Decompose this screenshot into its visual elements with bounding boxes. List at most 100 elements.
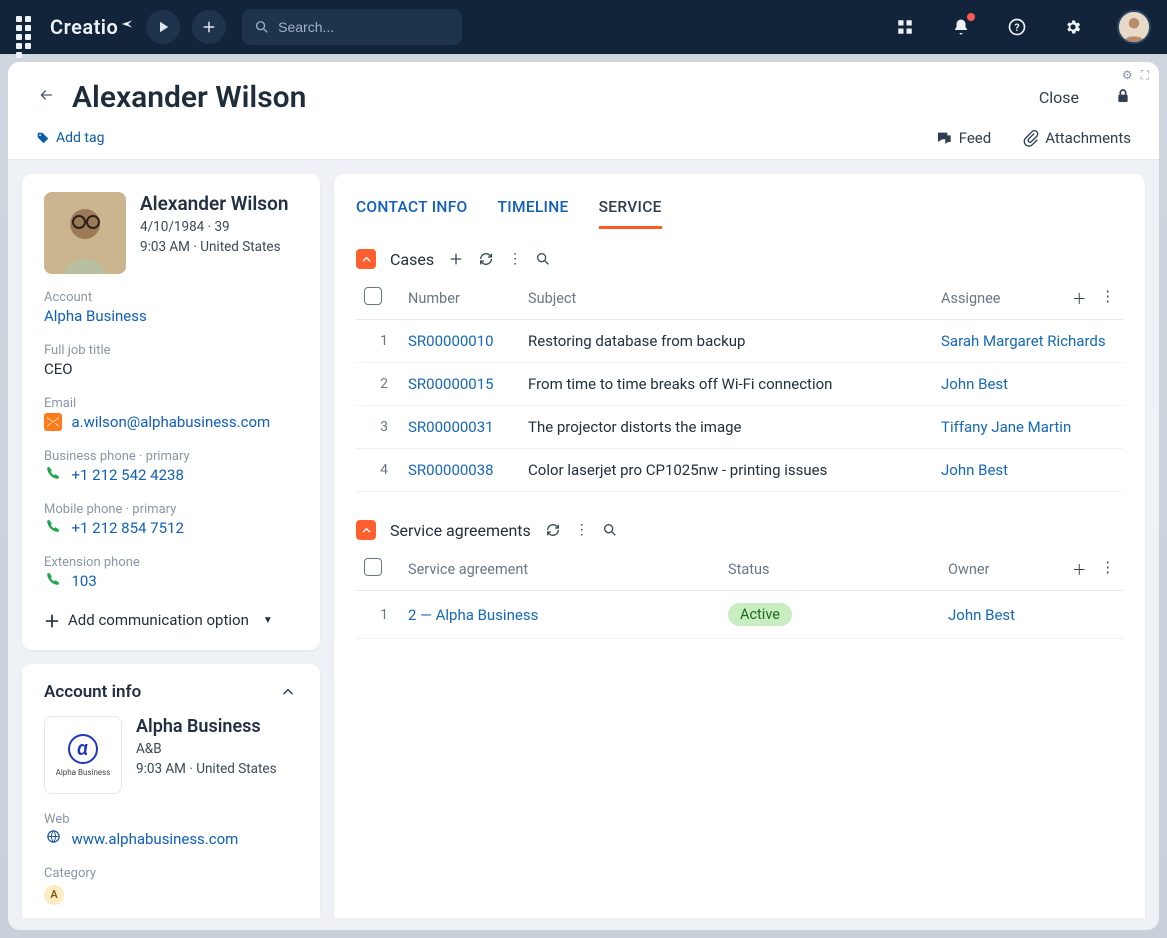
main-panel: CONTACT INFO TIMELINE SERVICE Cases <box>334 174 1145 918</box>
account-section-title: Account info <box>44 682 141 702</box>
web-label: Web <box>44 812 298 827</box>
feed-icon <box>935 130 953 146</box>
account-link[interactable]: Alpha Business <box>44 307 147 325</box>
web-link[interactable]: www.alphabusiness.com <box>71 830 238 848</box>
search-box[interactable] <box>242 9 462 45</box>
add-tag-button[interactable]: Add tag <box>36 130 104 146</box>
select-all-cases-checkbox[interactable] <box>364 287 382 305</box>
attachments-button[interactable]: Attachments <box>1023 129 1131 147</box>
phone-icon <box>44 464 62 482</box>
agreements-header-status[interactable]: Status <box>720 548 940 591</box>
column-more-button[interactable]: ⋮ <box>1101 288 1116 309</box>
refresh-agreements-button[interactable] <box>545 522 561 538</box>
agreement-owner-link[interactable]: John Best <box>948 606 1015 624</box>
status-badge: Active <box>728 603 792 626</box>
row-index: 3 <box>356 406 400 449</box>
search-input[interactable] <box>278 19 450 35</box>
topbar: Creatio ? <box>0 0 1167 54</box>
email-link[interactable]: a.wilson@alphabusiness.com <box>71 413 270 431</box>
add-communication-label: Add communication option <box>68 611 249 629</box>
svg-text:?: ? <box>1014 21 1019 34</box>
agreements-header-name[interactable]: Service agreement <box>400 548 720 591</box>
case-number-link[interactable]: SR00000010 <box>408 332 494 350</box>
help-icon[interactable]: ? <box>1005 15 1029 39</box>
case-row[interactable]: 4 SR00000038 Color laserjet pro CP1025nw… <box>356 449 1123 492</box>
add-column-button[interactable]: ＋ <box>1072 559 1087 580</box>
account-logo-text: Alpha Business <box>56 768 111 777</box>
extphone-link[interactable]: 103 <box>71 572 96 590</box>
agreements-header-owner[interactable]: Owner <box>948 561 1072 578</box>
case-number-link[interactable]: SR00000038 <box>408 461 494 479</box>
add-column-button[interactable]: ＋ <box>1072 288 1087 309</box>
cases-more-button[interactable]: ⋮ <box>508 251 521 267</box>
apps-menu-icon[interactable] <box>16 16 38 38</box>
collapse-account-button[interactable] <box>278 682 298 702</box>
settings-icon[interactable] <box>1061 15 1085 39</box>
brand-arrow-icon <box>120 17 134 31</box>
category-badge: A <box>44 885 64 905</box>
case-assignee-link[interactable]: John Best <box>941 375 1008 393</box>
case-assignee-link[interactable]: John Best <box>941 461 1008 479</box>
feed-button[interactable]: Feed <box>935 129 992 147</box>
bizphone-label: Business phone · primary <box>44 449 298 464</box>
mobphone-link[interactable]: +1 212 854 7512 <box>71 519 183 537</box>
case-assignee-link[interactable]: Sarah Margaret Richards <box>941 332 1106 350</box>
user-avatar[interactable] <box>1117 10 1151 44</box>
add-case-button[interactable] <box>448 251 464 267</box>
lock-icon[interactable] <box>1115 87 1131 109</box>
tab-contact-info[interactable]: CONTACT INFO <box>356 190 468 229</box>
account-label: Account <box>44 290 298 305</box>
page-settings-icon[interactable]: ⚙ <box>1122 68 1133 83</box>
play-button[interactable] <box>146 10 180 44</box>
case-subject: Color laserjet pro CP1025nw - printing i… <box>520 449 933 492</box>
mobphone-label: Mobile phone · primary <box>44 502 298 517</box>
case-row[interactable]: 2 SR00000015 From time to time breaks of… <box>356 363 1123 406</box>
cases-section-label: Cases <box>390 250 434 269</box>
add-button[interactable] <box>192 10 226 44</box>
bizphone-link[interactable]: +1 212 542 4238 <box>71 466 183 484</box>
profile-photo[interactable] <box>44 192 126 274</box>
case-subject: The projector distorts the image <box>520 406 933 449</box>
refresh-cases-button[interactable] <box>478 251 494 267</box>
add-communication-button[interactable]: ＋ Add communication option ▼ <box>44 608 298 632</box>
attachments-label: Attachments <box>1045 129 1131 147</box>
case-row[interactable]: 3 SR00000031 The projector distorts the … <box>356 406 1123 449</box>
plus-icon: ＋ <box>44 608 60 632</box>
notifications-icon[interactable] <box>949 15 973 39</box>
account-logo[interactable]: Alpha Business <box>44 716 122 794</box>
cases-header-subject[interactable]: Subject <box>520 277 933 320</box>
search-agreements-button[interactable] <box>602 522 618 538</box>
tag-icon <box>36 131 50 145</box>
add-tag-label: Add tag <box>56 130 104 146</box>
account-info-card: Account info Alpha Business Alpha Busine… <box>22 664 320 918</box>
profile-time-location: 9:03 AM · United States <box>140 239 288 255</box>
app-switcher-icon[interactable] <box>893 15 917 39</box>
select-all-agreements-checkbox[interactable] <box>364 558 382 576</box>
agreements-section-bar: Service agreements ⋮ <box>356 520 1123 540</box>
case-assignee-link[interactable]: Tiffany Jane Martin <box>941 418 1071 436</box>
agreement-row[interactable]: 1 2 — Alpha Business Active John Best <box>356 591 1123 639</box>
cases-header-number[interactable]: Number <box>400 277 520 320</box>
brand-logo[interactable]: Creatio <box>50 15 134 39</box>
collapse-agreements-button[interactable] <box>356 520 376 540</box>
back-button[interactable] <box>36 87 56 108</box>
agreements-section-label: Service agreements <box>390 521 531 540</box>
fullscreen-icon[interactable]: ⛶ <box>1141 68 1149 83</box>
paperclip-icon <box>1023 129 1039 147</box>
search-cases-button[interactable] <box>535 251 551 267</box>
collapse-cases-button[interactable] <box>356 249 376 269</box>
cases-header-assignee[interactable]: Assignee <box>941 290 1072 307</box>
case-row[interactable]: 1 SR00000010 Restoring database from bac… <box>356 320 1123 363</box>
case-number-link[interactable]: SR00000031 <box>408 418 494 436</box>
tab-timeline[interactable]: TIMELINE <box>498 190 569 229</box>
extphone-label: Extension phone <box>44 555 298 570</box>
column-more-button[interactable]: ⋮ <box>1101 559 1116 580</box>
case-number-link[interactable]: SR00000015 <box>408 375 494 393</box>
agreement-name-link[interactable]: 2 — Alpha Business <box>408 606 538 624</box>
tab-service[interactable]: SERVICE <box>599 190 662 229</box>
agreements-more-button[interactable]: ⋮ <box>575 522 588 538</box>
close-button[interactable]: Close <box>1039 88 1079 107</box>
page-title: Alexander Wilson <box>72 80 1023 115</box>
account-name: Alpha Business <box>136 716 277 737</box>
jobtitle-value: CEO <box>44 360 298 378</box>
